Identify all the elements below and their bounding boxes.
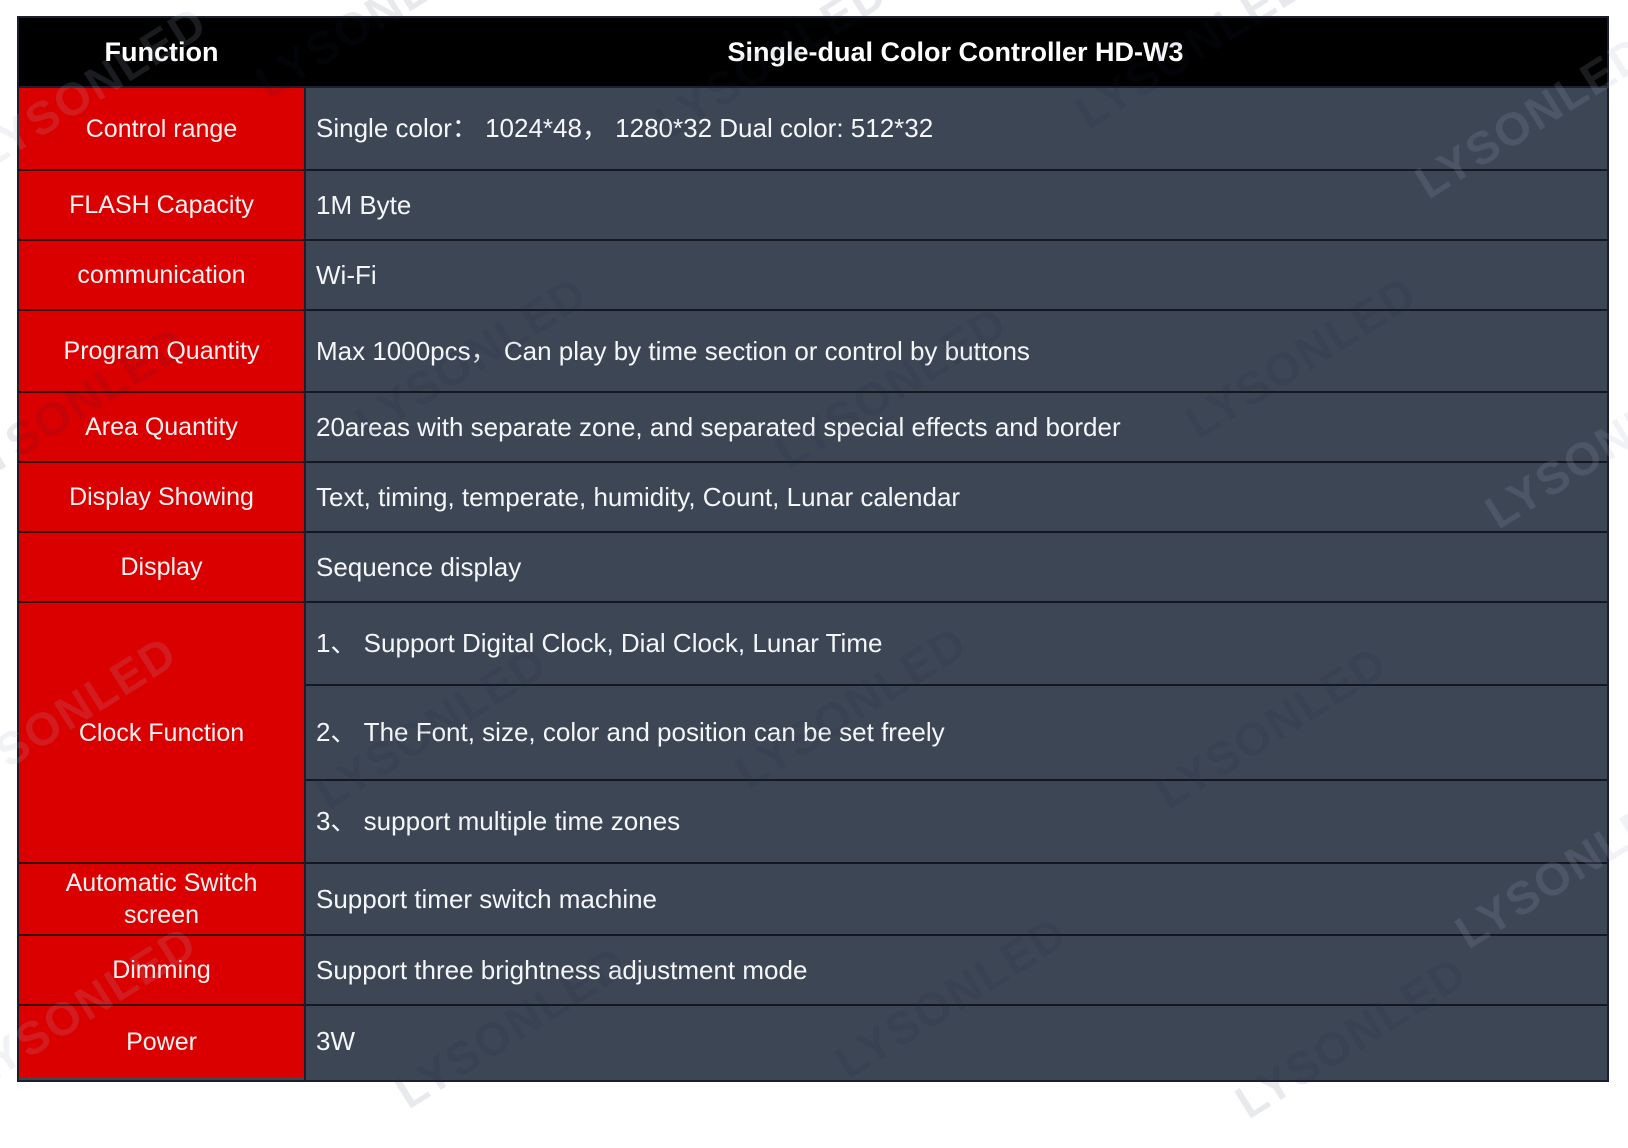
value-cell-flash-capacity: 1M Byte	[306, 171, 1607, 241]
value-column: Single color： 1024*48， 1280*32 Dual colo…	[306, 88, 1607, 1080]
function-cell-display: Display	[19, 533, 304, 603]
function-cell-flash-capacity: FLASH Capacity	[19, 171, 304, 241]
value-cell-clock-function-2: 2、 The Font, size, color and position ca…	[306, 686, 1607, 781]
table-body: Control range FLASH Capacity communicati…	[19, 88, 1607, 1080]
function-cell-area-quantity: Area Quantity	[19, 393, 304, 463]
value-cell-dimming: Support three brightness adjustment mode	[306, 936, 1607, 1006]
function-cell-display-showing: Display Showing	[19, 463, 304, 533]
value-cell-display-showing: Text, timing, temperate, humidity, Count…	[306, 463, 1607, 533]
value-cell-program-quantity: Max 1000pcs， Can play by time section or…	[306, 311, 1607, 393]
function-cell-dimming: Dimming	[19, 936, 304, 1006]
value-cell-display: Sequence display	[306, 533, 1607, 603]
function-cell-automatic-switch-screen: Automatic Switch screen	[19, 864, 304, 936]
value-cell-clock-function-3: 3、 support multiple time zones	[306, 781, 1607, 864]
column-header-function: Function	[104, 36, 219, 67]
value-cell-area-quantity: 20areas with separate zone, and separate…	[306, 393, 1607, 463]
column-header-model: Single-dual Color Controller HD-W3	[727, 36, 1184, 67]
function-cell-power: Power	[19, 1006, 304, 1077]
function-cell-control-range: Control range	[19, 88, 304, 171]
function-column: Control range FLASH Capacity communicati…	[19, 88, 306, 1080]
value-cell-power: 3W	[306, 1006, 1607, 1077]
value-cell-automatic-switch-screen: Support timer switch machine	[306, 864, 1607, 936]
function-cell-clock-function: Clock Function	[19, 603, 304, 864]
value-cell-clock-function-1: 1、 Support Digital Clock, Dial Clock, Lu…	[306, 603, 1607, 686]
specification-table: Function Single-dual Color Controller HD…	[17, 16, 1609, 1082]
table-header-row: Function Single-dual Color Controller HD…	[19, 18, 1607, 88]
value-cell-control-range: Single color： 1024*48， 1280*32 Dual colo…	[306, 88, 1607, 171]
function-cell-program-quantity: Program Quantity	[19, 311, 304, 393]
value-cell-communication: Wi-Fi	[306, 241, 1607, 311]
function-cell-communication: communication	[19, 241, 304, 311]
